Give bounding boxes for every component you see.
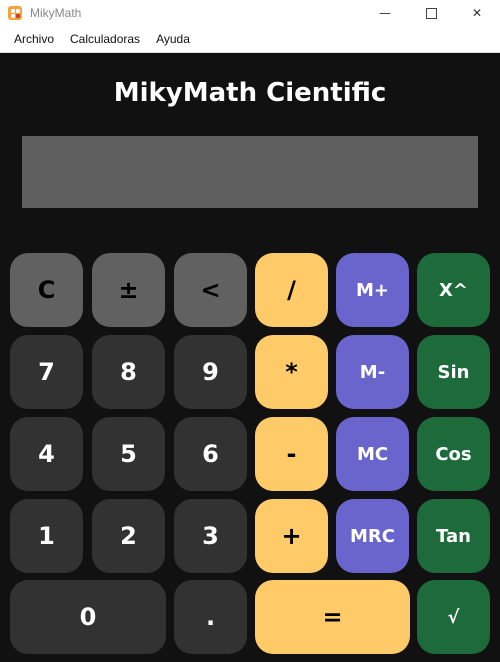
tan-button[interactable]: Tan bbox=[417, 499, 490, 573]
digit-3-button[interactable]: 3 bbox=[174, 499, 247, 573]
multiply-button[interactable]: * bbox=[255, 335, 328, 409]
digit-4-button[interactable]: 4 bbox=[10, 417, 83, 491]
close-icon: ✕ bbox=[471, 6, 483, 20]
calculator-display bbox=[22, 136, 478, 208]
square-root-button[interactable]: √ bbox=[417, 580, 490, 654]
power-button[interactable]: X^ bbox=[417, 253, 490, 327]
cos-button[interactable]: Cos bbox=[417, 417, 490, 491]
minimize-icon: — bbox=[379, 6, 391, 20]
digit-5-button[interactable]: 5 bbox=[92, 417, 165, 491]
digit-6-button[interactable]: 6 bbox=[174, 417, 247, 491]
memory-recall-button[interactable]: MRC bbox=[336, 499, 409, 573]
divide-button[interactable]: / bbox=[255, 253, 328, 327]
app-logo-icon bbox=[8, 6, 22, 20]
memory-add-button[interactable]: M+ bbox=[336, 253, 409, 327]
maximize-button[interactable] bbox=[408, 0, 454, 26]
digit-2-button[interactable]: 2 bbox=[92, 499, 165, 573]
app-heading: MikyMath Cientific bbox=[113, 78, 387, 108]
close-button[interactable]: ✕ bbox=[454, 0, 500, 26]
digit-9-button[interactable]: 9 bbox=[174, 335, 247, 409]
subtract-button[interactable]: - bbox=[255, 417, 328, 491]
memory-subtract-button[interactable]: M- bbox=[336, 335, 409, 409]
menu-bar: Archivo Calculadoras Ayuda bbox=[0, 26, 500, 53]
digit-8-button[interactable]: 8 bbox=[92, 335, 165, 409]
menu-ayuda[interactable]: Ayuda bbox=[148, 26, 198, 52]
menu-archivo[interactable]: Archivo bbox=[6, 26, 62, 52]
title-bar: MikyMath — ✕ bbox=[0, 0, 500, 26]
add-button[interactable]: + bbox=[255, 499, 328, 573]
digit-1-button[interactable]: 1 bbox=[10, 499, 83, 573]
equals-button[interactable]: = bbox=[255, 580, 410, 654]
digit-0-button[interactable]: 0 bbox=[10, 580, 166, 654]
window-title: MikyMath bbox=[30, 6, 82, 20]
minimize-button[interactable]: — bbox=[362, 0, 408, 26]
maximize-icon bbox=[425, 7, 437, 19]
backspace-button[interactable]: < bbox=[174, 253, 247, 327]
menu-calculadoras[interactable]: Calculadoras bbox=[62, 26, 148, 52]
sign-toggle-button[interactable]: ± bbox=[92, 253, 165, 327]
decimal-point-button[interactable]: . bbox=[174, 580, 247, 654]
digit-7-button[interactable]: 7 bbox=[10, 335, 83, 409]
memory-clear-button[interactable]: MC bbox=[336, 417, 409, 491]
sin-button[interactable]: Sin bbox=[417, 335, 490, 409]
clear-button[interactable]: C bbox=[10, 253, 83, 327]
